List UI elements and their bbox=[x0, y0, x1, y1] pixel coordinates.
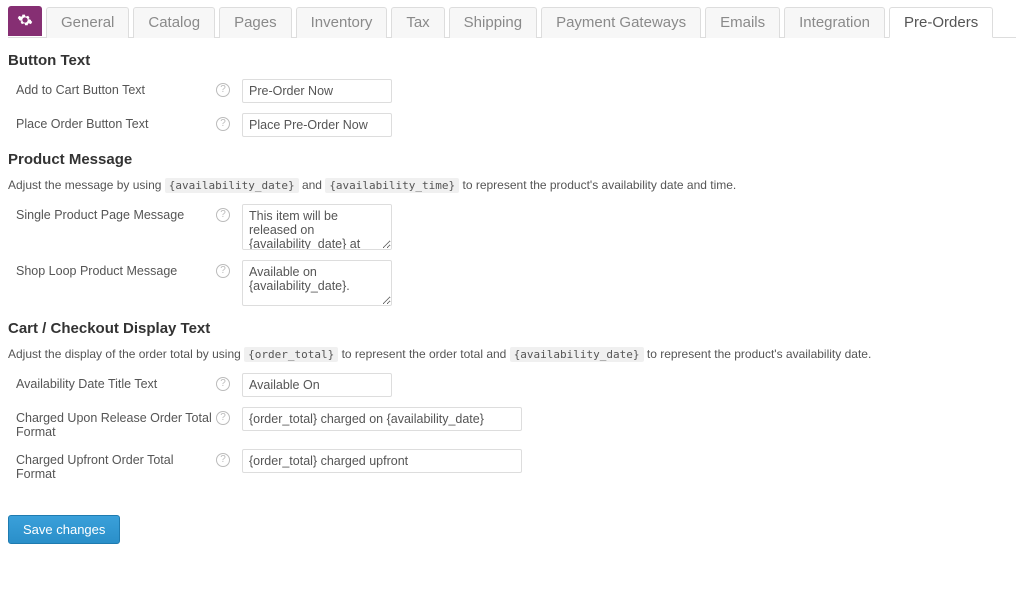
token-availability-date: {availability_date} bbox=[510, 347, 644, 362]
tab-integration[interactable]: Integration bbox=[784, 7, 885, 38]
help-icon[interactable]: ? bbox=[216, 453, 230, 467]
row-shop-loop: Shop Loop Product Message ? bbox=[16, 260, 1016, 306]
input-place-order[interactable] bbox=[242, 113, 392, 137]
row-single-product: Single Product Page Message ? bbox=[16, 204, 1016, 250]
token-order-total: {order_total} bbox=[244, 347, 338, 362]
textarea-single-product[interactable] bbox=[242, 204, 392, 250]
label-single-product: Single Product Page Message bbox=[16, 204, 216, 222]
help-icon[interactable]: ? bbox=[216, 208, 230, 222]
help-icon[interactable]: ? bbox=[216, 377, 230, 391]
tab-payment-gateways[interactable]: Payment Gateways bbox=[541, 7, 701, 38]
settings-tab-row: General Catalog Pages Inventory Tax Ship… bbox=[8, 6, 1016, 38]
tab-shipping[interactable]: Shipping bbox=[449, 7, 537, 38]
input-charged-release[interactable] bbox=[242, 407, 522, 431]
tab-catalog[interactable]: Catalog bbox=[133, 7, 215, 38]
row-charged-release: Charged Upon Release Order Total Format … bbox=[16, 407, 1016, 439]
row-place-order: Place Order Button Text ? bbox=[16, 113, 1016, 137]
label-shop-loop: Shop Loop Product Message bbox=[16, 260, 216, 278]
input-charged-upfront[interactable] bbox=[242, 449, 522, 473]
help-icon[interactable]: ? bbox=[216, 83, 230, 97]
tab-emails[interactable]: Emails bbox=[705, 7, 780, 38]
tab-inventory[interactable]: Inventory bbox=[296, 7, 388, 38]
row-charged-upfront: Charged Upfront Order Total Format ? bbox=[16, 449, 1016, 481]
section-product-message-title: Product Message bbox=[8, 151, 1016, 168]
tab-general[interactable]: General bbox=[46, 7, 129, 38]
help-icon[interactable]: ? bbox=[216, 117, 230, 131]
input-add-to-cart[interactable] bbox=[242, 79, 392, 103]
product-message-desc: Adjust the message by using {availabilit… bbox=[8, 178, 1016, 192]
gear-icon bbox=[17, 12, 33, 31]
save-button[interactable]: Save changes bbox=[8, 515, 120, 544]
gear-tab[interactable] bbox=[8, 6, 42, 36]
input-avail-title[interactable] bbox=[242, 373, 392, 397]
tab-pre-orders[interactable]: Pre-Orders bbox=[889, 7, 993, 38]
cart-checkout-desc: Adjust the display of the order total by… bbox=[8, 347, 1016, 361]
row-avail-title: Availability Date Title Text ? bbox=[16, 373, 1016, 397]
textarea-shop-loop[interactable] bbox=[242, 260, 392, 306]
label-charged-upfront: Charged Upfront Order Total Format bbox=[16, 449, 216, 481]
label-avail-title: Availability Date Title Text bbox=[16, 373, 216, 391]
label-add-to-cart: Add to Cart Button Text bbox=[16, 79, 216, 97]
section-cart-checkout-title: Cart / Checkout Display Text bbox=[8, 320, 1016, 337]
tab-pages[interactable]: Pages bbox=[219, 7, 292, 38]
tab-tax[interactable]: Tax bbox=[391, 7, 444, 38]
help-icon[interactable]: ? bbox=[216, 411, 230, 425]
token-availability-time: {availability_time} bbox=[325, 178, 459, 193]
label-charged-release: Charged Upon Release Order Total Format bbox=[16, 407, 216, 439]
label-place-order: Place Order Button Text bbox=[16, 113, 216, 131]
token-availability-date: {availability_date} bbox=[165, 178, 299, 193]
row-add-to-cart: Add to Cart Button Text ? bbox=[16, 79, 1016, 103]
section-button-text-title: Button Text bbox=[8, 52, 1016, 69]
help-icon[interactable]: ? bbox=[216, 264, 230, 278]
